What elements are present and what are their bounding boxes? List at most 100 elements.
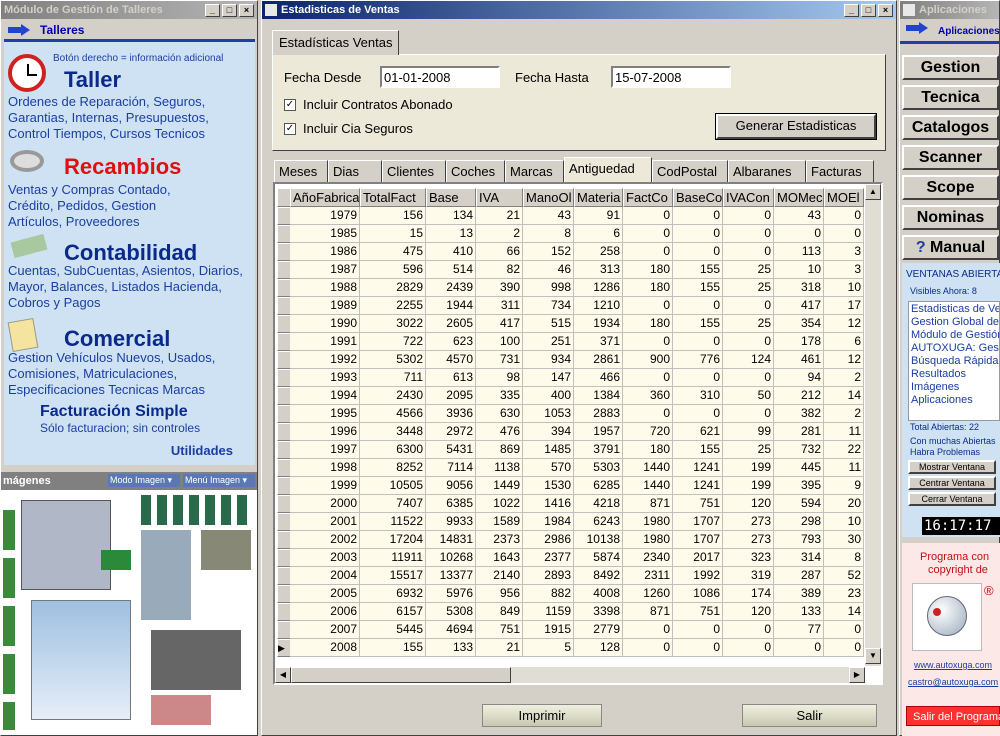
table-cell[interactable]: 0 xyxy=(824,207,864,225)
table-cell[interactable]: 382 xyxy=(774,405,824,423)
table-cell[interactable]: 2008 xyxy=(290,639,360,657)
aplicaciones-titlebar[interactable]: Aplicaciones xyxy=(900,1,999,19)
column-header[interactable]: IVACon xyxy=(723,188,774,207)
recambios-icon[interactable] xyxy=(10,150,44,172)
table-cell[interactable]: 0 xyxy=(673,243,723,261)
table-cell[interactable]: 178 xyxy=(774,333,824,351)
table-cell[interactable]: 20 xyxy=(824,495,864,513)
table-row[interactable]: 2005 6932 5976 956 882 4008 1260 1086 174 389 23 xyxy=(275,585,865,603)
table-cell[interactable]: 1979 xyxy=(290,207,360,225)
table-row[interactable]: 2006 6157 5308 849 1159 3398 871 751 120 133 14 xyxy=(275,603,865,621)
table-cell[interactable]: 0 xyxy=(824,639,864,657)
table-cell[interactable]: 152 xyxy=(523,243,574,261)
imprimir-button[interactable]: Imprimir xyxy=(482,704,602,727)
table-cell[interactable]: 613 xyxy=(426,369,476,387)
table-cell[interactable]: 2883 xyxy=(574,405,623,423)
table-cell[interactable]: 5302 xyxy=(360,351,426,369)
table-cell[interactable]: 0 xyxy=(723,297,774,315)
table-cell[interactable]: 14 xyxy=(824,603,864,621)
table-cell[interactable]: 1988 xyxy=(290,279,360,297)
table-cell[interactable]: 52 xyxy=(824,567,864,585)
table-cell[interactable]: 0 xyxy=(673,369,723,387)
table-cell[interactable]: 732 xyxy=(774,441,824,459)
table-cell[interactable]: 21 xyxy=(476,639,523,657)
table-cell[interactable]: 1643 xyxy=(476,549,523,567)
table-cell[interactable]: 11522 xyxy=(360,513,426,531)
table-cell[interactable]: 17204 xyxy=(360,531,426,549)
scroll-right-arrow[interactable]: ▶ xyxy=(849,667,865,683)
table-cell[interactable]: 0 xyxy=(673,621,723,639)
column-header[interactable]: AñoFabrica xyxy=(290,188,360,207)
table-cell[interactable]: 514 xyxy=(426,261,476,279)
table-cell[interactable]: 314 xyxy=(774,549,824,567)
table-cell[interactable]: 155 xyxy=(673,279,723,297)
list-item[interactable]: Imágenes xyxy=(911,381,997,394)
table-cell[interactable]: 212 xyxy=(774,387,824,405)
table-cell[interactable]: 869 xyxy=(476,441,523,459)
table-cell[interactable]: 998 xyxy=(523,279,574,297)
list-item[interactable]: Búsqueda Rápida xyxy=(911,355,998,368)
table-cell[interactable]: 0 xyxy=(623,639,673,657)
table-cell[interactable]: 1449 xyxy=(476,477,523,495)
table-cell[interactable]: 13 xyxy=(426,225,476,243)
table-cell[interactable]: 11 xyxy=(824,459,864,477)
table-cell[interactable]: 335 xyxy=(476,387,523,405)
table-cell[interactable]: 9056 xyxy=(426,477,476,495)
table-cell[interactable]: 360 xyxy=(623,387,673,405)
column-header[interactable]: BaseCo xyxy=(673,188,723,207)
seguros-checkbox[interactable]: ✓ xyxy=(284,123,296,135)
table-cell[interactable]: 722 xyxy=(360,333,426,351)
table-cell[interactable]: 323 xyxy=(723,549,774,567)
table-cell[interactable]: 10 xyxy=(824,279,864,297)
table-cell[interactable]: 2017 xyxy=(673,549,723,567)
table-cell[interactable]: 5445 xyxy=(360,621,426,639)
table-cell[interactable]: 281 xyxy=(774,423,824,441)
table-cell[interactable]: 133 xyxy=(774,603,824,621)
table-cell[interactable]: 43 xyxy=(523,207,574,225)
table-cell[interactable]: 1998 xyxy=(290,459,360,477)
table-cell[interactable]: 1022 xyxy=(476,495,523,513)
table-cell[interactable]: 1440 xyxy=(623,477,673,495)
table-cell[interactable]: 2 xyxy=(824,369,864,387)
tab-dias[interactable]: Dias xyxy=(328,160,382,182)
table-cell[interactable]: 2004 xyxy=(290,567,360,585)
table-cell[interactable]: 2373 xyxy=(476,531,523,549)
recambios-links[interactable]: Ventas y Compras Contado, Crédito, Pedid… xyxy=(8,182,208,230)
table-cell[interactable]: 273 xyxy=(723,531,774,549)
table-cell[interactable]: 0 xyxy=(623,225,673,243)
table-cell[interactable]: 12 xyxy=(824,315,864,333)
table-cell[interactable]: 3448 xyxy=(360,423,426,441)
table-cell[interactable]: 2986 xyxy=(523,531,574,549)
recambios-title[interactable]: Recambios xyxy=(64,154,181,180)
table-cell[interactable]: 1989 xyxy=(290,297,360,315)
table-cell[interactable]: 15 xyxy=(360,225,426,243)
list-item[interactable]: Gestion Global de xyxy=(911,316,999,329)
table-cell[interactable]: 155 xyxy=(673,441,723,459)
table-cell[interactable]: 1138 xyxy=(476,459,523,477)
comercial-title[interactable]: Comercial xyxy=(64,326,170,352)
column-header[interactable]: MOEl xyxy=(824,188,864,207)
table-cell[interactable]: 15517 xyxy=(360,567,426,585)
table-cell[interactable]: 394 xyxy=(523,423,574,441)
table-cell[interactable]: 287 xyxy=(774,567,824,585)
close-button[interactable]: × xyxy=(239,3,254,17)
table-row[interactable]: 2004 15517 13377 2140 2893 8492 2311 1992 319 287… xyxy=(275,567,865,585)
table-cell[interactable]: 0 xyxy=(723,369,774,387)
table-cell[interactable]: 99 xyxy=(723,423,774,441)
table-cell[interactable]: 25 xyxy=(723,441,774,459)
table-cell[interactable]: 2972 xyxy=(426,423,476,441)
table-cell[interactable]: 1997 xyxy=(290,441,360,459)
table-cell[interactable]: 2893 xyxy=(523,567,574,585)
table-cell[interactable]: 77 xyxy=(774,621,824,639)
table-cell[interactable]: 1994 xyxy=(290,387,360,405)
table-cell[interactable]: 630 xyxy=(476,405,523,423)
table-cell[interactable]: 1986 xyxy=(290,243,360,261)
table-cell[interactable]: 751 xyxy=(476,621,523,639)
column-header[interactable]: Materia xyxy=(574,188,623,207)
centrar-ventana-button[interactable]: Centrar Ventana xyxy=(908,476,996,490)
tab-albaranes[interactable]: Albaranes xyxy=(728,160,806,182)
table-cell[interactable]: 6300 xyxy=(360,441,426,459)
table-cell[interactable]: 1999 xyxy=(290,477,360,495)
table-row[interactable]: 2008 155 133 21 5 128 0 0 0 0 0 xyxy=(275,639,865,657)
table-cell[interactable]: 174 xyxy=(723,585,774,603)
